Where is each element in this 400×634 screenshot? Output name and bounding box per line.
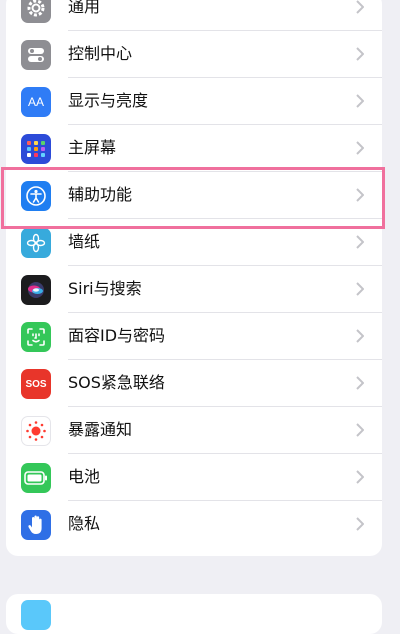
- settings-row-label: 电池: [68, 467, 101, 486]
- settings-row-label: 显示与亮度: [68, 91, 149, 110]
- wallpaper-icon: [21, 228, 51, 258]
- chevron-right-icon: [356, 47, 364, 61]
- icon-glyph: SOS: [25, 378, 47, 390]
- settings-row-label: 暴露通知: [68, 420, 133, 439]
- siri-icon: [21, 275, 51, 305]
- settings-row-exposure-notifications[interactable]: 暴露通知: [6, 407, 382, 454]
- settings-row-label: SOS紧急联络: [68, 373, 165, 392]
- settings-row-label: Siri与搜索: [68, 279, 142, 298]
- settings-row-wallpaper[interactable]: 墙纸: [6, 219, 382, 266]
- settings-row-label: 隐私: [68, 514, 101, 533]
- settings-row-label: 面容ID与密码: [68, 326, 166, 345]
- sos-icon: SOS: [21, 369, 51, 399]
- settings-row-control-center[interactable]: 控制中心: [6, 31, 382, 78]
- settings-row-privacy[interactable]: 隐私: [6, 501, 382, 548]
- chevron-right-icon: [356, 141, 364, 155]
- control-center-icon: [21, 40, 51, 70]
- accessibility-icon: [21, 181, 51, 211]
- settings-row-label: 控制中心: [68, 44, 133, 63]
- chevron-right-icon: [356, 517, 364, 531]
- settings-row-label: 墙纸: [68, 232, 101, 251]
- settings-row-battery[interactable]: 电池: [6, 454, 382, 501]
- settings-row-display-brightness[interactable]: AA 显示与亮度: [6, 78, 382, 125]
- chevron-right-icon: [356, 235, 364, 249]
- chevron-right-icon: [356, 376, 364, 390]
- settings-row-face-id-passcode[interactable]: 面容ID与密码: [6, 313, 382, 360]
- settings-row-general[interactable]: 通用: [6, 0, 382, 31]
- settings-row-label: 辅助功能: [68, 185, 133, 204]
- chevron-right-icon: [356, 94, 364, 108]
- next-settings-group: [6, 594, 382, 634]
- chevron-right-icon: [356, 423, 364, 437]
- chevron-right-icon: [356, 282, 364, 296]
- chevron-right-icon: [356, 470, 364, 484]
- settings-row-label: 主屏幕: [68, 138, 117, 157]
- privacy-hand-icon: [21, 510, 51, 540]
- settings-row-accessibility[interactable]: 辅助功能: [6, 172, 382, 219]
- chevron-right-icon: [356, 188, 364, 202]
- battery-icon: [21, 463, 51, 493]
- settings-row-siri-search[interactable]: Siri与搜索: [6, 266, 382, 313]
- settings-row-emergency-sos[interactable]: SOS SOS紧急联络: [6, 360, 382, 407]
- chevron-right-icon: [356, 329, 364, 343]
- chevron-right-icon: [356, 0, 364, 14]
- exposure-notification-icon: [21, 416, 51, 446]
- settings-list: 通用 控制中心 AA 显示与亮度 主屏幕 辅助功能 墙纸 Siri与搜索 面容I…: [6, 0, 382, 556]
- home-screen-icon: [21, 134, 51, 164]
- settings-row-label: 通用: [68, 0, 101, 16]
- gear-icon: [21, 0, 51, 23]
- settings-row-home-screen[interactable]: 主屏幕: [6, 125, 382, 172]
- display-brightness-icon: AA: [21, 87, 51, 117]
- face-id-icon: [21, 322, 51, 352]
- icon-glyph: AA: [27, 95, 44, 109]
